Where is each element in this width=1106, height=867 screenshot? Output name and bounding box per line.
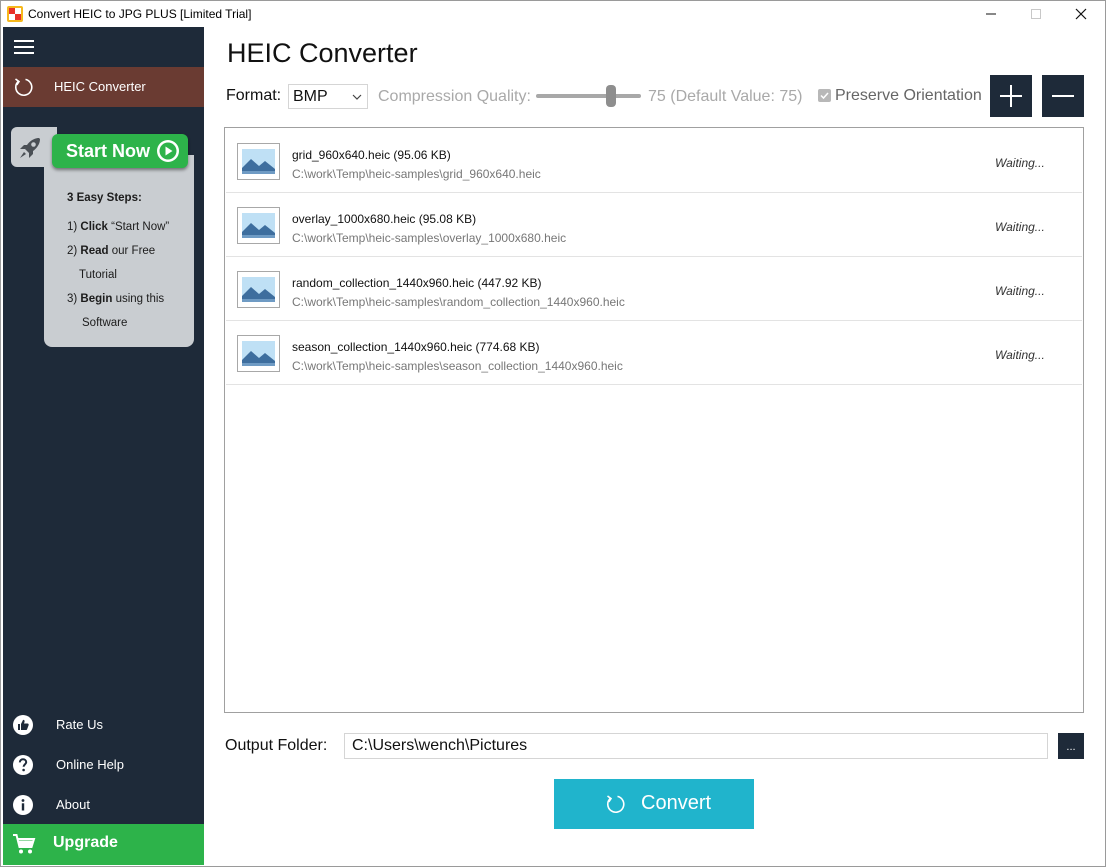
steps-card: 3 Easy Steps: 1) Click “Start Now” 2) Re… xyxy=(44,155,194,347)
format-selected-value: BMP xyxy=(293,88,328,105)
rocket-icon xyxy=(20,138,40,158)
file-status: Waiting... xyxy=(995,220,1045,234)
file-name: overlay_1000x680.heic (95.08 KB) xyxy=(292,212,477,226)
start-now-label: Start Now xyxy=(66,141,151,161)
file-path: C:\work\Temp\heic-samples\random_collect… xyxy=(292,295,625,309)
app-window: Convert HEIC to JPG PLUS [Limited Trial]… xyxy=(0,0,1106,867)
file-status: Waiting... xyxy=(995,348,1045,362)
about-link[interactable]: About xyxy=(3,789,204,821)
preserve-orientation-label: Preserve Orientation xyxy=(835,87,982,104)
compression-quality-label: Compression Quality: xyxy=(378,88,531,105)
step-1: 1) Click “Start Now” xyxy=(67,221,170,233)
image-thumbnail-icon xyxy=(237,335,280,372)
file-status: Waiting... xyxy=(995,156,1045,170)
minus-icon xyxy=(1052,95,1074,97)
file-name: random_collection_1440x960.heic (447.92 … xyxy=(292,276,542,290)
maximize-icon xyxy=(1031,9,1041,19)
file-path: C:\work\Temp\heic-samples\season_collect… xyxy=(292,359,623,373)
file-status: Waiting... xyxy=(995,284,1045,298)
close-icon xyxy=(1075,8,1087,20)
rate-us-label: Rate Us xyxy=(56,717,103,732)
file-list[interactable]: grid_960x640.heic (95.06 KB) C:\work\Tem… xyxy=(224,127,1084,713)
step-2-continued: Tutorial xyxy=(79,269,117,281)
minimize-button[interactable] xyxy=(968,1,1014,27)
chevron-down-icon xyxy=(352,94,362,100)
output-folder-label: Output Folder: xyxy=(225,737,328,754)
format-label: Format: xyxy=(226,87,282,104)
file-row[interactable]: grid_960x640.heic (95.06 KB) C:\work\Tem… xyxy=(226,129,1082,193)
output-folder-input[interactable] xyxy=(344,733,1048,759)
image-thumbnail-icon xyxy=(237,143,280,180)
file-row[interactable]: random_collection_1440x960.heic (447.92 … xyxy=(226,257,1082,321)
hamburger-menu-icon[interactable] xyxy=(14,39,34,55)
slider-thumb[interactable] xyxy=(606,85,616,107)
page-title: HEIC Converter xyxy=(227,38,418,68)
step-3-continued: Software xyxy=(82,317,128,329)
image-thumbnail-icon xyxy=(237,271,280,308)
maximize-button[interactable] xyxy=(1013,1,1059,27)
question-icon xyxy=(13,755,33,775)
file-row[interactable]: overlay_1000x680.heic (95.08 KB) C:\work… xyxy=(226,193,1082,257)
sidebar: HEIC Converter 3 Easy Steps: 1) Click “S… xyxy=(3,27,204,865)
refresh-icon xyxy=(606,795,625,813)
file-path: C:\work\Temp\heic-samples\grid_960x640.h… xyxy=(292,167,541,181)
convert-button[interactable]: Convert xyxy=(554,779,754,829)
file-row[interactable]: season_collection_1440x960.heic (774.68 … xyxy=(226,321,1082,385)
steps-title: 3 Easy Steps: xyxy=(67,192,142,204)
title-bar: Convert HEIC to JPG PLUS [Limited Trial] xyxy=(1,1,1105,27)
step-2: 2) Read our Free xyxy=(67,245,156,257)
preserve-orientation-checkbox[interactable] xyxy=(818,89,831,102)
file-path: C:\work\Temp\heic-samples\overlay_1000x6… xyxy=(292,231,567,245)
start-now-button[interactable]: Start Now xyxy=(52,134,188,168)
thumbs-up-icon xyxy=(13,715,33,735)
refresh-icon xyxy=(14,78,33,96)
about-label: About xyxy=(56,797,90,812)
play-circle-icon xyxy=(157,140,179,162)
browse-folder-button[interactable]: ... xyxy=(1058,733,1084,759)
slider-track xyxy=(536,94,641,98)
remove-files-button[interactable] xyxy=(1042,75,1084,117)
checkmark-icon xyxy=(820,92,829,100)
online-help-label: Online Help xyxy=(56,757,124,772)
file-name: grid_960x640.heic (95.06 KB) xyxy=(292,148,451,162)
cart-icon xyxy=(13,834,36,854)
file-name: season_collection_1440x960.heic (774.68 … xyxy=(292,340,540,354)
compression-quality-value: 75 (Default Value: 75) xyxy=(648,88,803,105)
minimize-icon xyxy=(986,13,996,15)
add-files-button[interactable] xyxy=(990,75,1032,117)
sidebar-item-label: HEIC Converter xyxy=(54,79,146,94)
rate-us-link[interactable]: Rate Us xyxy=(3,709,204,741)
format-select[interactable]: BMP xyxy=(288,84,368,109)
step-3: 3) Begin using this xyxy=(67,293,165,305)
close-button[interactable] xyxy=(1058,1,1104,27)
upgrade-label: Upgrade xyxy=(53,834,118,851)
compression-quality-slider[interactable] xyxy=(536,85,641,107)
convert-label: Convert xyxy=(641,792,712,814)
online-help-link[interactable]: Online Help xyxy=(3,749,204,781)
app-logo-icon xyxy=(7,6,23,22)
upgrade-button[interactable]: Upgrade xyxy=(3,824,204,865)
window-title: Convert HEIC to JPG PLUS [Limited Trial] xyxy=(28,7,252,21)
plus-icon xyxy=(1000,85,1022,107)
sidebar-item-heic-converter[interactable]: HEIC Converter xyxy=(3,67,204,107)
image-thumbnail-icon xyxy=(237,207,280,244)
info-icon xyxy=(13,795,33,815)
